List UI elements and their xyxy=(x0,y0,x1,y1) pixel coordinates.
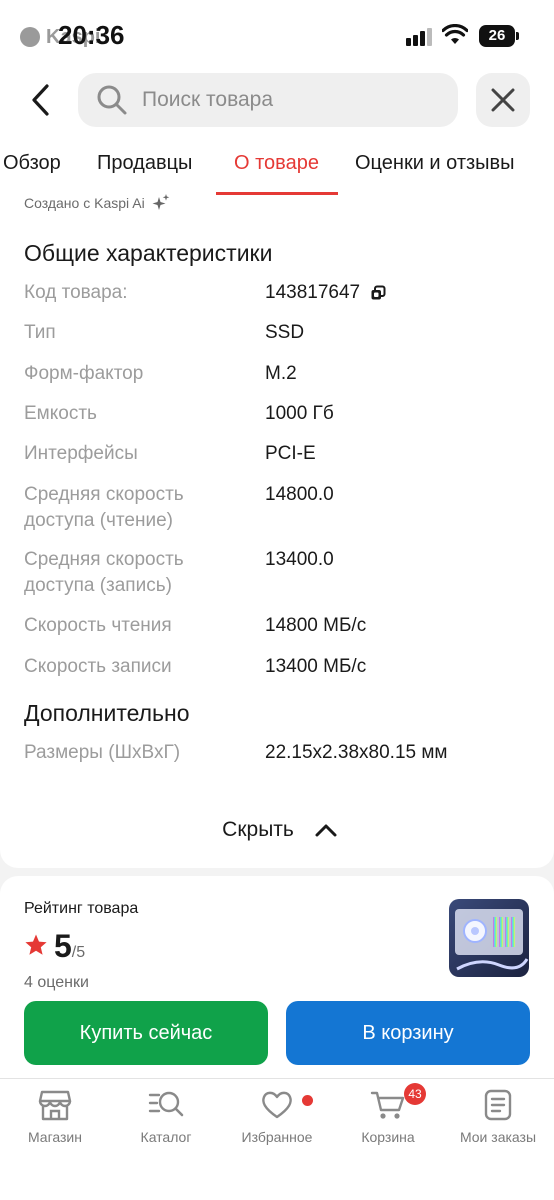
spec-value: 14800.0 xyxy=(265,484,334,505)
general-specs-title: Общие характеристики xyxy=(24,240,273,266)
back-button[interactable] xyxy=(22,80,62,120)
spec-label: Код товара: xyxy=(24,282,128,303)
cellular-signal-icon xyxy=(406,28,432,46)
rating-score: 5 /5 xyxy=(24,928,85,965)
spec-value: 13400 МБ/с xyxy=(265,656,367,677)
catalog-search-icon xyxy=(148,1091,184,1117)
add-to-cart-button[interactable]: В корзину xyxy=(286,1001,530,1065)
rating-max: /5 xyxy=(71,944,86,961)
heart-icon xyxy=(262,1091,292,1119)
battery-indicator: 26 xyxy=(479,25,515,47)
shop-icon xyxy=(38,1090,72,1121)
product-tabs: Обзор Продавцы О товаре Оценки и отзывы xyxy=(0,150,554,196)
nav-label-cart: Корзина xyxy=(361,1129,415,1145)
spec-value: 22.15x2.38x80.15 мм xyxy=(265,742,448,763)
sparkle-icon xyxy=(152,194,170,210)
collapse-specs-button[interactable]: Скрыть xyxy=(180,810,380,850)
spec-label: Емкость xyxy=(24,403,97,424)
ai-note-text: Создано с Kaspi Ai xyxy=(24,195,145,211)
spec-label: Размеры (ШхВхГ) xyxy=(24,742,181,763)
tab-sellers[interactable]: Продавцы xyxy=(97,152,192,175)
ai-generated-note: Создано с Kaspi Ai xyxy=(24,193,171,213)
rating-count[interactable]: 4 оценки xyxy=(24,974,89,992)
collapse-label: Скрыть xyxy=(222,818,294,841)
cart-count-badge: 43 xyxy=(404,1083,426,1105)
chevron-left-icon xyxy=(32,84,49,116)
additional-specs-title: Дополнительно xyxy=(24,700,190,726)
tab-about-product[interactable]: О товаре xyxy=(234,152,319,175)
orders-icon xyxy=(484,1089,512,1121)
nav-item-shop[interactable]: Магазин xyxy=(0,1089,110,1145)
battery-tip xyxy=(516,32,519,40)
favorites-indicator-dot xyxy=(302,1095,313,1106)
tab-overview[interactable]: Обзор xyxy=(3,152,61,175)
nav-label-catalog: Каталог xyxy=(140,1129,192,1145)
spec-label: Скорость записи xyxy=(24,656,172,677)
cart-icon xyxy=(370,1091,405,1119)
status-time: 20:36 xyxy=(58,20,125,50)
wifi-icon xyxy=(442,24,468,44)
star-icon xyxy=(25,934,47,955)
spec-value: M.2 xyxy=(265,363,297,384)
nav-label-shop: Магазин xyxy=(27,1129,82,1145)
pc-build-image xyxy=(449,899,529,977)
spec-label: Интерфейсы xyxy=(24,443,138,464)
chevron-up-icon xyxy=(315,824,337,837)
spec-label: Скорость чтения xyxy=(24,615,172,636)
tab-reviews[interactable]: Оценки и отзывы xyxy=(355,152,515,175)
close-button[interactable] xyxy=(476,73,530,127)
close-icon xyxy=(491,88,515,112)
status-bar: Kaspi 20:36 26 xyxy=(0,0,554,70)
spec-value: 13400.0 xyxy=(265,549,334,570)
kaspi-back-app-icon xyxy=(20,27,40,47)
spec-value: PCI-E xyxy=(265,443,316,464)
spec-value: 14800 МБ/с xyxy=(265,615,367,636)
search-bar[interactable] xyxy=(78,73,458,127)
nav-label-orders: Мои заказы xyxy=(459,1129,537,1145)
spec-label: Тип xyxy=(24,322,56,343)
product-specs-card: Создано с Kaspi Ai Общие характеристики … xyxy=(0,194,554,868)
nav-item-catalog[interactable]: Каталог xyxy=(111,1089,221,1145)
active-tab-indicator xyxy=(216,192,338,195)
spec-value: 1000 Гб xyxy=(265,403,334,424)
rating-value: 5 xyxy=(54,928,72,964)
nav-label-favorites: Избранное xyxy=(241,1129,313,1145)
spec-label: Средняя скорость доступа (чтение) xyxy=(24,484,184,531)
search-icon xyxy=(97,85,127,115)
spec-value: SSD xyxy=(265,322,305,343)
product-code-text: 143817647 xyxy=(265,282,361,303)
search-input[interactable] xyxy=(142,88,422,112)
spec-value-product-code: 143817647 xyxy=(265,280,386,306)
spec-label: Форм-фактор xyxy=(24,363,144,384)
product-thumbnail[interactable] xyxy=(449,899,529,977)
nav-item-cart[interactable]: 43 Корзина xyxy=(333,1083,443,1145)
buy-now-button[interactable]: Купить сейчас xyxy=(24,1001,268,1065)
copy-icon[interactable] xyxy=(370,285,386,301)
purchase-panel: Рейтинг товара 5 /5 4 оценки Купить сейч… xyxy=(0,876,554,1078)
header: Обзор Продавцы О товаре Оценки и отзывы xyxy=(0,70,554,200)
spec-label: Средняя скорость доступа (запись) xyxy=(24,549,184,596)
bottom-navigation: Магазин Каталог Избранное 43 Корзина Мои… xyxy=(0,1078,554,1200)
nav-item-orders[interactable]: Мои заказы xyxy=(443,1089,553,1145)
nav-item-favorites[interactable]: Избранное xyxy=(222,1089,332,1145)
rating-title: Рейтинг товара xyxy=(24,900,139,917)
